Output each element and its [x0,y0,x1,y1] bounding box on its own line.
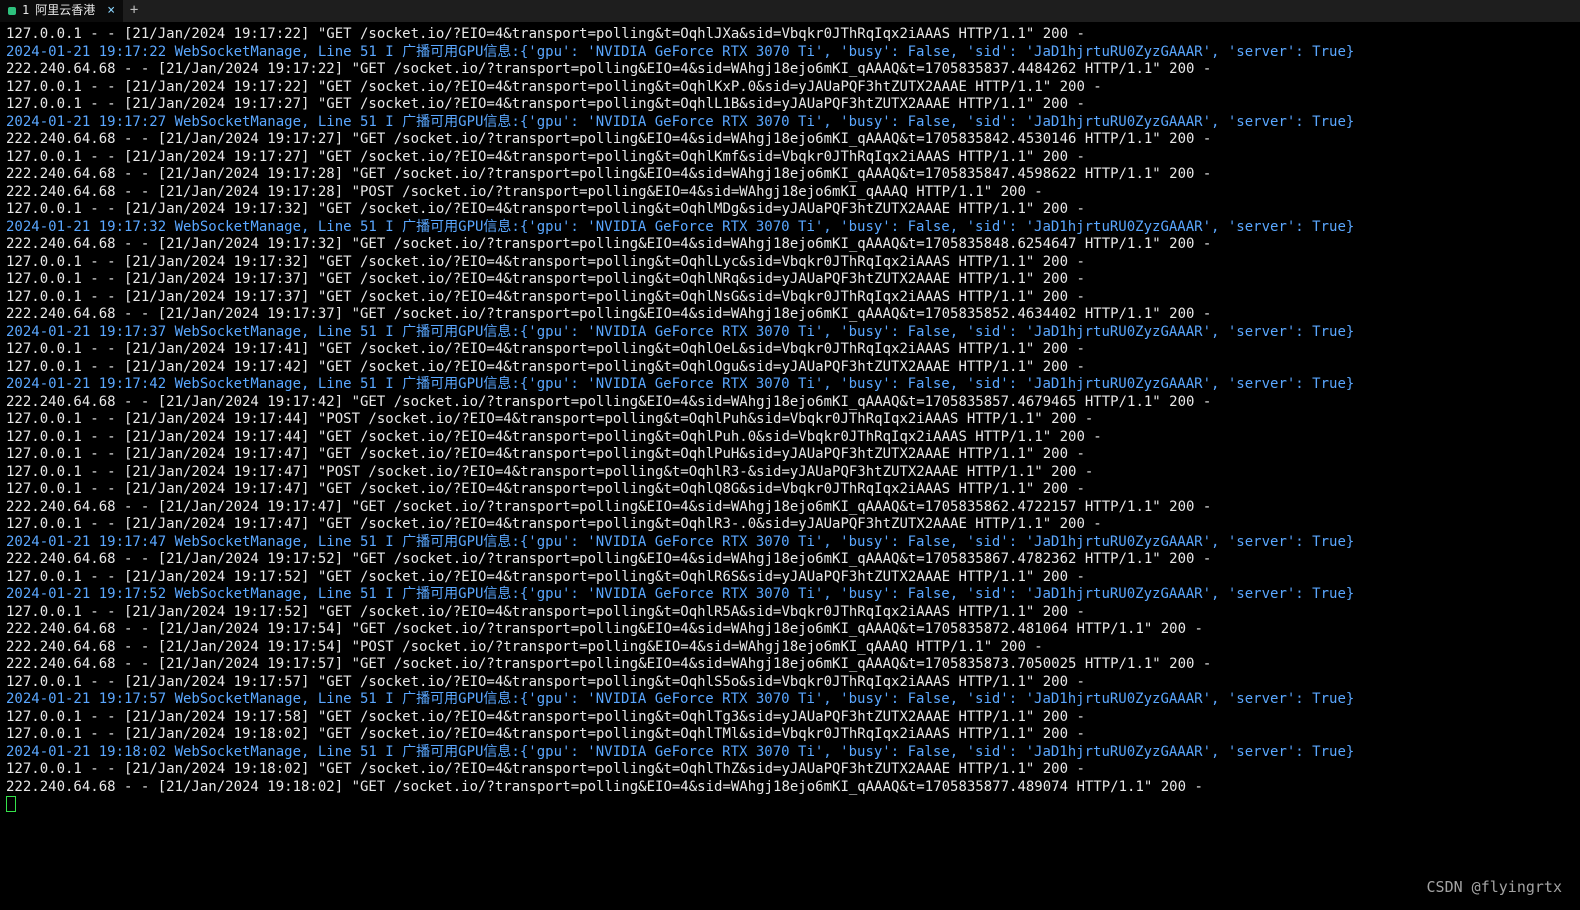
log-line-access: 222.240.64.68 - - [21/Jan/2024 19:17:52]… [6,551,1574,569]
log-line-access: 127.0.0.1 - - [21/Jan/2024 19:18:02] "GE… [6,761,1574,779]
tab-bar: 1 阿里云香港 × + [0,0,1580,22]
log-line-access: 222.240.64.68 - - [21/Jan/2024 19:17:54]… [6,639,1574,657]
log-line-access: 127.0.0.1 - - [21/Jan/2024 19:17:32] "GE… [6,201,1574,219]
log-line-access: 127.0.0.1 - - [21/Jan/2024 19:17:57] "GE… [6,674,1574,692]
status-dot-icon [8,7,16,15]
log-line-access: 222.240.64.68 - - [21/Jan/2024 19:17:28]… [6,166,1574,184]
tab-index: 1 [22,2,29,20]
log-line-access: 222.240.64.68 - - [21/Jan/2024 19:17:32]… [6,236,1574,254]
cursor-line [6,796,1574,818]
log-line-access: 222.240.64.68 - - [21/Jan/2024 19:17:54]… [6,621,1574,639]
log-line-access: 127.0.0.1 - - [21/Jan/2024 19:17:37] "GE… [6,289,1574,307]
log-line-info: 2024-01-21 19:17:57 WebSocketManage, Lin… [6,691,1574,709]
log-line-access: 127.0.0.1 - - [21/Jan/2024 19:17:52] "GE… [6,569,1574,587]
log-line-info: 2024-01-21 19:17:32 WebSocketManage, Lin… [6,219,1574,237]
log-line-access: 127.0.0.1 - - [21/Jan/2024 19:17:27] "GE… [6,149,1574,167]
log-line-access: 222.240.64.68 - - [21/Jan/2024 19:17:57]… [6,656,1574,674]
log-line-access: 222.240.64.68 - - [21/Jan/2024 19:18:02]… [6,779,1574,797]
log-line-access: 127.0.0.1 - - [21/Jan/2024 19:17:58] "GE… [6,709,1574,727]
log-line-access: 127.0.0.1 - - [21/Jan/2024 19:17:22] "GE… [6,79,1574,97]
new-tab-button[interactable]: + [123,0,145,22]
log-line-access: 127.0.0.1 - - [21/Jan/2024 19:17:42] "GE… [6,359,1574,377]
terminal-output[interactable]: 127.0.0.1 - - [21/Jan/2024 19:17:22] "GE… [0,22,1580,820]
log-line-info: 2024-01-21 19:17:42 WebSocketManage, Lin… [6,376,1574,394]
log-line-access: 127.0.0.1 - - [21/Jan/2024 19:17:27] "GE… [6,96,1574,114]
log-line-info: 2024-01-21 19:17:47 WebSocketManage, Lin… [6,534,1574,552]
log-line-access: 127.0.0.1 - - [21/Jan/2024 19:17:37] "GE… [6,271,1574,289]
log-line-access: 222.240.64.68 - - [21/Jan/2024 19:17:37]… [6,306,1574,324]
log-line-access: 127.0.0.1 - - [21/Jan/2024 19:17:22] "GE… [6,26,1574,44]
cursor-icon [6,796,16,812]
log-line-access: 222.240.64.68 - - [21/Jan/2024 19:17:47]… [6,499,1574,517]
log-line-access: 222.240.64.68 - - [21/Jan/2024 19:17:27]… [6,131,1574,149]
tab-title: 阿里云香港 [35,2,95,20]
log-line-info: 2024-01-21 19:18:02 WebSocketManage, Lin… [6,744,1574,762]
log-line-access: 127.0.0.1 - - [21/Jan/2024 19:17:44] "PO… [6,411,1574,429]
log-line-info: 2024-01-21 19:17:52 WebSocketManage, Lin… [6,586,1574,604]
log-line-access: 222.240.64.68 - - [21/Jan/2024 19:17:22]… [6,61,1574,79]
log-line-access: 222.240.64.68 - - [21/Jan/2024 19:17:42]… [6,394,1574,412]
log-line-access: 127.0.0.1 - - [21/Jan/2024 19:17:41] "GE… [6,341,1574,359]
log-line-info: 2024-01-21 19:17:22 WebSocketManage, Lin… [6,44,1574,62]
log-line-access: 127.0.0.1 - - [21/Jan/2024 19:17:52] "GE… [6,604,1574,622]
log-line-access: 127.0.0.1 - - [21/Jan/2024 19:17:47] "PO… [6,464,1574,482]
tab-active[interactable]: 1 阿里云香港 × [0,0,123,22]
log-line-access: 127.0.0.1 - - [21/Jan/2024 19:17:47] "GE… [6,516,1574,534]
log-line-info: 2024-01-21 19:17:27 WebSocketManage, Lin… [6,114,1574,132]
close-icon[interactable]: × [107,2,115,20]
log-line-access: 222.240.64.68 - - [21/Jan/2024 19:17:28]… [6,184,1574,202]
watermark: CSDN @flyingrtx [1427,879,1562,897]
log-line-access: 127.0.0.1 - - [21/Jan/2024 19:17:44] "GE… [6,429,1574,447]
log-line-access: 127.0.0.1 - - [21/Jan/2024 19:17:47] "GE… [6,446,1574,464]
log-line-access: 127.0.0.1 - - [21/Jan/2024 19:17:47] "GE… [6,481,1574,499]
log-line-info: 2024-01-21 19:17:37 WebSocketManage, Lin… [6,324,1574,342]
log-line-access: 127.0.0.1 - - [21/Jan/2024 19:18:02] "GE… [6,726,1574,744]
log-line-access: 127.0.0.1 - - [21/Jan/2024 19:17:32] "GE… [6,254,1574,272]
